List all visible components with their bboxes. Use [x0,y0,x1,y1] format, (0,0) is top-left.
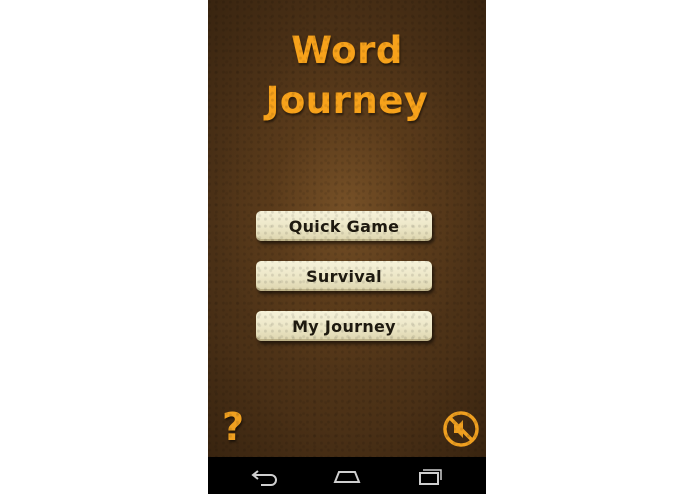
recent-apps-icon[interactable] [412,465,446,487]
game-title-word: Word [291,29,403,72]
android-nav-bar [208,457,486,494]
sound-muted-icon[interactable] [442,410,480,448]
help-question-icon[interactable]: ? [218,405,248,449]
phone-screen: Word Journey Quick Game Survival My Jour… [208,0,486,494]
survival-button[interactable]: Survival [256,261,432,291]
game-main-menu: Word Journey Quick Game Survival My Jour… [208,0,486,457]
home-icon[interactable] [330,465,364,487]
quick-game-button[interactable]: Quick Game [256,211,432,241]
my-journey-button[interactable]: My Journey [256,311,432,341]
game-title-journey: Journey [265,79,429,122]
back-icon[interactable] [249,465,283,487]
